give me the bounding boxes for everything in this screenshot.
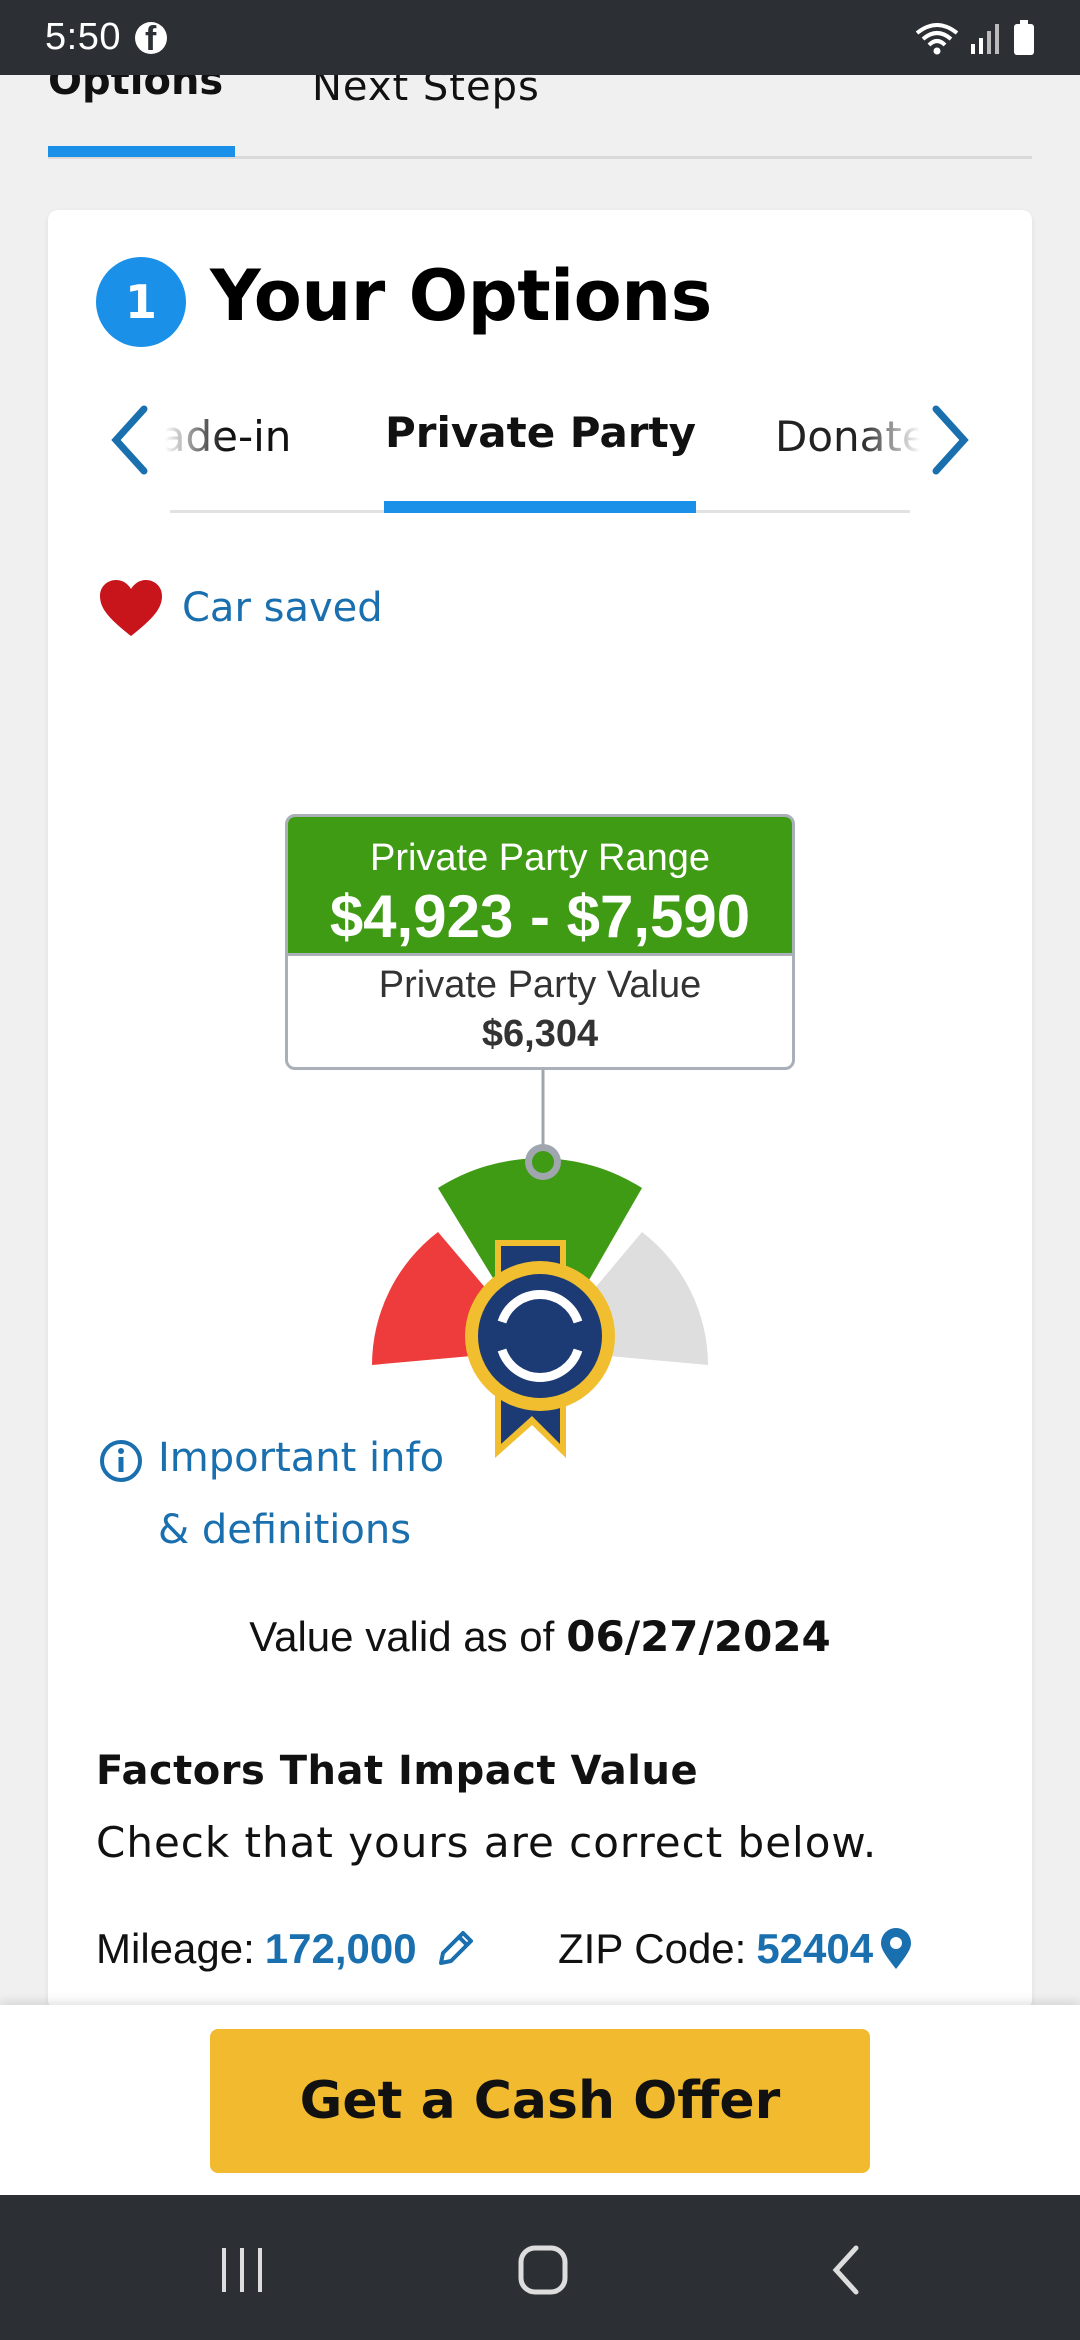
zip-label: ZIP Code: bbox=[558, 1925, 747, 1972]
value-panel: Private Party Value $6,304 bbox=[288, 953, 792, 1056]
scroll-right-button[interactable] bbox=[920, 390, 980, 490]
factors-title: Factors That Impact Value bbox=[96, 1748, 699, 1794]
value-gauge bbox=[372, 1070, 708, 1458]
back-button[interactable] bbox=[786, 2235, 906, 2305]
info-link-text: Important info & definitions bbox=[158, 1435, 445, 1553]
page-title: Your Options bbox=[210, 255, 712, 337]
badge-seal bbox=[465, 1261, 615, 1411]
range-value: $4,923 - $7,590 bbox=[329, 883, 751, 950]
range-panel: Private Party Range $4,923 - $7,590 bbox=[288, 817, 792, 953]
sub-tab-active-indicator bbox=[384, 501, 696, 513]
step-badge: 1 bbox=[96, 257, 186, 347]
tab-private-party[interactable]: Private Party bbox=[385, 408, 696, 457]
wifi-icon bbox=[915, 22, 959, 54]
home-button[interactable] bbox=[483, 2235, 603, 2305]
value-valid-row: Value valid as of 06/27/2024 bbox=[0, 1612, 1080, 1661]
status-time: 5:50 bbox=[45, 16, 121, 58]
range-label: Private Party Range bbox=[369, 837, 711, 879]
mileage-row[interactable]: Mileage: 172,000 bbox=[96, 1925, 477, 1973]
valid-prefix: Value valid as of bbox=[249, 1613, 555, 1660]
map-pin-icon[interactable] bbox=[879, 1927, 913, 1971]
home-icon bbox=[518, 2245, 568, 2295]
value-label: Private Party Value bbox=[378, 964, 702, 1006]
chevron-left-icon bbox=[111, 405, 148, 475]
status-icons bbox=[915, 19, 1035, 56]
recent-apps-button[interactable] bbox=[182, 2235, 302, 2305]
value-amount: $6,304 bbox=[481, 1013, 599, 1055]
status-bar: 5:50 bbox=[0, 0, 1080, 75]
get-cash-offer-button[interactable]: Get a Cash Offer bbox=[210, 2029, 870, 2173]
zip-value: 52404 bbox=[756, 1925, 874, 1972]
recent-apps-icon bbox=[222, 2248, 262, 2292]
car-saved-label: Car saved bbox=[182, 585, 383, 631]
battery-icon bbox=[1014, 19, 1034, 55]
fade-right bbox=[860, 400, 920, 480]
valid-date: 06/27/2024 bbox=[566, 1612, 831, 1661]
cta-panel: Get a Cash Offer bbox=[0, 2005, 1080, 2195]
system-nav-bar bbox=[0, 2195, 1080, 2340]
fade-left bbox=[165, 400, 225, 480]
signal-icon bbox=[971, 23, 999, 54]
mileage-label: Mileage: bbox=[96, 1925, 255, 1972]
factors-subtitle: Check that yours are correct below. bbox=[96, 1818, 878, 1867]
scroll-left-button[interactable] bbox=[100, 390, 160, 490]
info-icon bbox=[100, 1440, 142, 1482]
chevron-right-icon bbox=[932, 405, 969, 475]
sub-tabs: Trade-in Private Party Donate bbox=[100, 390, 980, 520]
facebook-icon bbox=[134, 21, 167, 54]
valuation-box: Private Party Range $4,923 - $7,590 Priv… bbox=[285, 814, 795, 1070]
pencil-icon[interactable] bbox=[433, 1927, 477, 1971]
mileage-value: 172,000 bbox=[264, 1925, 417, 1972]
tab-active-indicator bbox=[48, 146, 235, 157]
heart-icon bbox=[100, 580, 162, 636]
important-info-link[interactable]: Important info & definitions bbox=[98, 1435, 478, 1566]
back-icon bbox=[832, 2245, 859, 2295]
car-saved-toggle[interactable]: Car saved bbox=[98, 578, 383, 638]
zip-row[interactable]: ZIP Code: 52404 bbox=[558, 1925, 913, 1973]
